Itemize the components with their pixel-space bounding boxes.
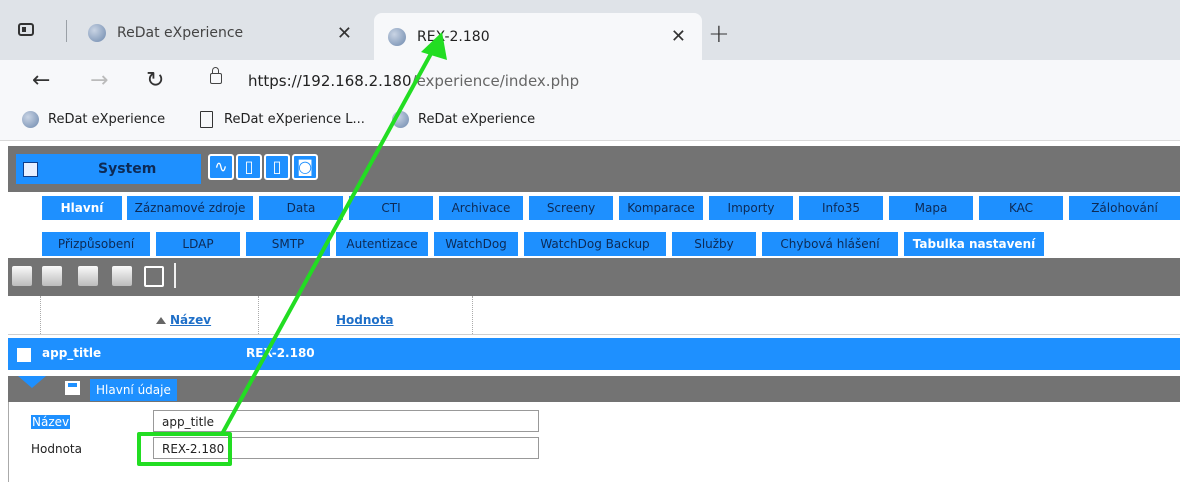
url-host: https://192.168.2.180 (248, 72, 412, 90)
menu-item-zaznamove-zdroje[interactable]: Záznamové zdroje (127, 196, 253, 220)
tab-title: ReDat eXperience (117, 25, 244, 41)
new-tab-icon[interactable]: + (708, 19, 730, 49)
system-label: System (98, 161, 157, 177)
display-icon[interactable]: ◙ (292, 154, 318, 180)
sub-menu: Přizpůsobení LDAP SMTP Autentizace Watch… (8, 229, 1180, 257)
column-header-value[interactable]: Hodnota (336, 313, 394, 327)
bookmark-item[interactable]: ReDat eXperience (392, 111, 535, 128)
menu-item-komparace[interactable]: Komparace (619, 196, 703, 220)
main-menu: Hlavní Záznamové zdroje Data CTI Archiva… (8, 193, 1180, 221)
menu-item-watchdog-backup[interactable]: WatchDog Backup (524, 232, 666, 256)
menu-item-cti[interactable]: CTI (349, 196, 433, 220)
menu-item-info35[interactable]: Info35 (799, 196, 883, 220)
page-icon (200, 111, 213, 128)
menu-item-prizpusobeni[interactable]: Přizpůsobení (42, 232, 150, 256)
sort-ascending-icon (156, 317, 166, 324)
back-icon[interactable]: ← (32, 68, 50, 93)
name-label: Název (31, 415, 71, 429)
menu-item-ldap[interactable]: LDAP (156, 232, 240, 256)
import-icon[interactable] (42, 266, 62, 286)
menu-item-chybova-hlaseni[interactable]: Chybová hlášení (762, 232, 898, 256)
menu-item-tabulka-nastaveni[interactable]: Tabulka nastavení (904, 232, 1044, 256)
close-icon[interactable]: ✕ (337, 23, 352, 44)
book-icon[interactable]: ▯ (264, 154, 290, 180)
bookmark-label: ReDat eXperience (418, 112, 536, 127)
column-header-name[interactable]: Název (170, 313, 211, 327)
menu-item-smtp[interactable]: SMTP (246, 232, 330, 256)
tab-title: REX-2.180 (417, 28, 490, 45)
globe-icon (22, 111, 39, 128)
forward-icon[interactable]: → (90, 68, 108, 93)
name-field[interactable]: app_title (153, 410, 539, 432)
column-separator (472, 296, 474, 334)
system-bar: System ∿ ▯ ▯ ◙ (8, 146, 1180, 192)
bookmark-label: ReDat eXperience (48, 112, 166, 127)
menu-item-sluzby[interactable]: Služby (672, 232, 756, 256)
browser-tab-strip: ReDat eXperience ✕ REX-2.180 ✕ + (0, 0, 1180, 60)
bookmarks-bar: ReDat eXperience ReDat eXperience L... R… (0, 102, 1180, 141)
save-icon[interactable] (65, 381, 80, 395)
menu-item-importy[interactable]: Importy (709, 196, 793, 220)
menu-item-screeny[interactable]: Screeny (529, 196, 613, 220)
export-icon[interactable] (112, 266, 132, 286)
menu-item-data[interactable]: Data (259, 196, 343, 220)
table-row[interactable]: app_title REX-2.180 (8, 338, 1180, 370)
browser-tab-1[interactable]: ReDat eXperience ✕ (78, 13, 368, 53)
globe-icon (392, 111, 409, 128)
menu-item-kac[interactable]: KAC (979, 196, 1063, 220)
menu-item-hlavni[interactable]: Hlavní (42, 196, 122, 220)
browser-tab-2[interactable]: REX-2.180 ✕ (374, 13, 702, 60)
bookmark-item[interactable]: ReDat eXperience (22, 111, 165, 128)
url-path: /experience/index.php (411, 72, 580, 90)
menu-item-archivace[interactable]: Archivace (439, 196, 523, 220)
system-icon (23, 162, 38, 177)
menu-item-mapa[interactable]: Mapa (889, 196, 973, 220)
close-icon[interactable]: ✕ (671, 26, 686, 47)
table-header: Název Hodnota (8, 296, 1180, 335)
monitor-icon[interactable]: ∿ (208, 154, 234, 180)
book-icon[interactable]: ▯ (236, 154, 262, 180)
pointer-icon (18, 376, 46, 388)
row-checkbox[interactable] (17, 348, 31, 362)
menu-item-autentizace[interactable]: Autentizace (336, 232, 428, 256)
delete-icon[interactable] (144, 266, 164, 287)
menu-item-zalohovani[interactable]: Zálohování (1069, 196, 1180, 220)
reload-icon[interactable]: ↻ (146, 68, 164, 93)
tab-hlavni-udaje[interactable]: Hlavní údaje (90, 379, 177, 401)
action-toolbar (8, 258, 1180, 296)
column-separator (258, 296, 260, 334)
column-separator (40, 296, 42, 334)
new-icon[interactable] (12, 266, 32, 286)
globe-icon (388, 27, 406, 46)
highlight-box (137, 432, 232, 466)
address-bar: ← → ↻ https://192.168.2.180/experience/i… (0, 60, 1180, 102)
menu-item-watchdog[interactable]: WatchDog (434, 232, 518, 256)
system-button[interactable]: System (16, 154, 201, 184)
lock-icon[interactable] (210, 67, 222, 84)
tab-separator (66, 20, 67, 42)
row-name: app_title (42, 346, 102, 360)
tab-actions-icon[interactable] (18, 23, 34, 36)
bookmark-item[interactable]: ReDat eXperience L... (200, 111, 365, 128)
detail-tab-bar: Hlavní údaje (8, 376, 1180, 402)
value-label: Hodnota (31, 442, 82, 456)
globe-icon (88, 24, 106, 42)
copy-icon[interactable] (78, 266, 98, 286)
row-value: REX-2.180 (246, 346, 315, 360)
url-field[interactable]: https://192.168.2.180/experience/index.p… (248, 72, 579, 90)
toolbar-separator (174, 263, 176, 288)
bookmark-label: ReDat eXperience L... (224, 112, 365, 127)
